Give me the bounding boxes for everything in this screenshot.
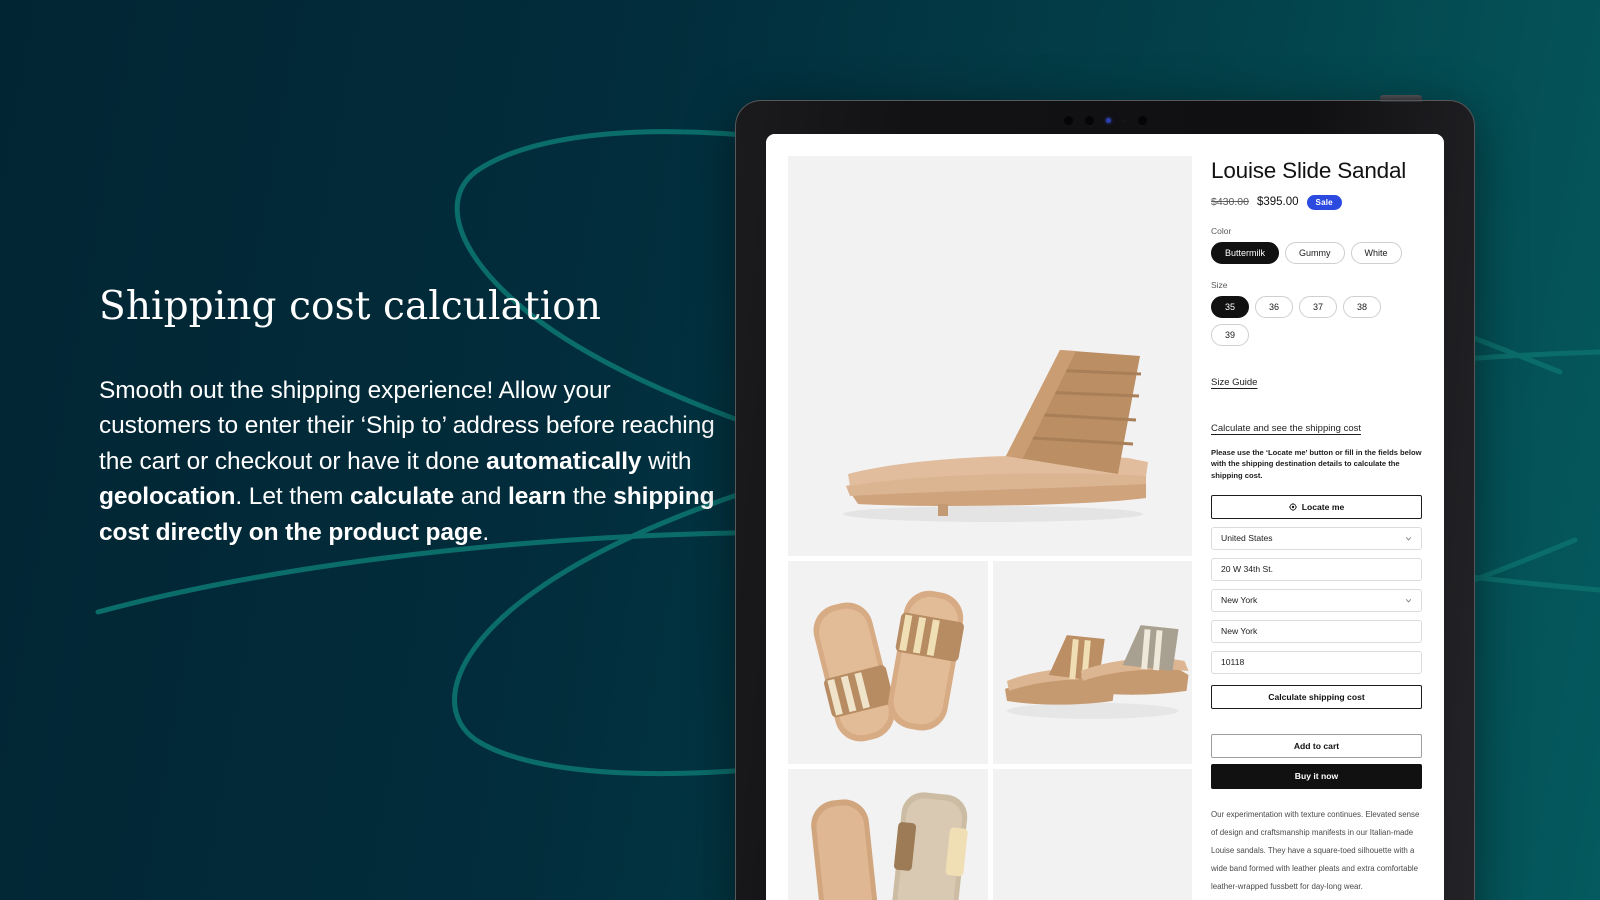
product-details: Louise Slide Sandal $430.00 $395.00 Sale… — [1211, 156, 1422, 900]
chevron-down-icon — [1405, 598, 1412, 603]
tablet-sensor-array — [735, 110, 1475, 130]
status-badge: Sale — [1306, 194, 1342, 210]
thumbnail-sandal-sole-view[interactable] — [788, 769, 988, 900]
buy-it-now-button[interactable]: Buy it now — [1211, 763, 1422, 789]
chevron-down-icon — [1405, 536, 1412, 541]
calculate-shipping-cost-button[interactable]: Calculate shipping cost — [1211, 684, 1422, 709]
size-guide-link[interactable]: Size Guide — [1211, 377, 1257, 388]
hero-copy: Shipping cost calculation Smooth out the… — [99, 285, 719, 551]
page-title: Shipping cost calculation — [99, 284, 602, 329]
product-hero-image[interactable] — [788, 156, 1192, 556]
indicator-light-icon — [1105, 117, 1111, 123]
product-thumbnails — [788, 561, 1192, 900]
power-button-icon[interactable] — [1380, 95, 1422, 102]
color-option-label: Color — [1211, 225, 1232, 236]
size-option-38[interactable]: 38 — [1343, 295, 1382, 318]
sensor-icon — [1084, 115, 1094, 125]
color-option-group: Buttermilk Gummy White — [1211, 241, 1422, 264]
sandal-side-view-icon — [843, 350, 1148, 522]
product-page: Louise Slide Sandal $430.00 $395.00 Sale… — [766, 134, 1444, 900]
tablet-device: Louise Slide Sandal $430.00 $395.00 Sale… — [735, 95, 1475, 900]
price-row: $430.00 $395.00 Sale — [1211, 194, 1422, 210]
locate-me-label: Locate me — [1301, 501, 1345, 512]
compare-at-price: $430.00 — [1211, 196, 1249, 209]
thumbnail-empty-slot[interactable] — [992, 769, 1192, 900]
city-value: New York — [1221, 626, 1258, 637]
shipping-fields: United States 20 W 34th St. New York New Yo… — [1211, 526, 1422, 674]
locate-me-button[interactable]: Locate me — [1211, 494, 1422, 519]
product-gallery — [788, 156, 1192, 900]
province-select[interactable]: New York — [1211, 588, 1422, 612]
product-description: Our experimentation with texture continu… — [1211, 809, 1420, 892]
buy-it-now-label: Buy it now — [1294, 771, 1339, 782]
camera-icon — [1063, 115, 1073, 125]
calculate-shipping-cost-label: Calculate shipping cost — [1268, 691, 1365, 702]
size-option-label: Size — [1211, 279, 1228, 290]
sandal-pair-top-view-icon — [813, 590, 964, 742]
thumbnail-sandal-pair-top-view[interactable] — [788, 561, 988, 764]
sandal-sole-view-icon — [811, 792, 968, 900]
color-option-gummy[interactable]: Gummy — [1285, 241, 1345, 264]
size-option-group: 35 36 37 38 39 — [1211, 295, 1422, 346]
microphone-icon — [1122, 118, 1126, 122]
tablet-screen: Louise Slide Sandal $430.00 $395.00 Sale… — [766, 134, 1444, 900]
add-to-cart-button[interactable]: Add to cart — [1211, 733, 1422, 758]
city-input[interactable]: New York — [1211, 619, 1422, 643]
current-price: $395.00 — [1256, 196, 1299, 209]
crosshair-icon — [1288, 502, 1297, 511]
size-option-36[interactable]: 36 — [1255, 295, 1294, 318]
province-value: New York — [1221, 595, 1258, 606]
hero-description: Smooth out the shipping experience! Allo… — [99, 376, 715, 547]
country-select[interactable]: United States — [1211, 526, 1422, 550]
sandal-pair-angled-view-icon — [1004, 625, 1189, 719]
add-to-cart-label: Add to cart — [1293, 740, 1340, 751]
thumbnail-sandal-pair-angled-view[interactable] — [992, 561, 1192, 764]
size-option-35[interactable]: 35 — [1211, 295, 1250, 318]
zip-value: 10118 — [1221, 657, 1245, 668]
country-value: United States — [1221, 533, 1273, 544]
calculate-shipping-link[interactable]: Calculate and see the shipping cost — [1211, 423, 1361, 434]
size-option-37[interactable]: 37 — [1299, 295, 1338, 318]
address-input[interactable]: 20 W 34th St. — [1211, 557, 1422, 581]
color-option-buttermilk[interactable]: Buttermilk — [1211, 241, 1280, 264]
camera-icon — [1137, 115, 1147, 125]
size-option-39[interactable]: 39 — [1211, 323, 1250, 346]
shipping-helper-text: Please use the ‘Locate me’ button or fil… — [1211, 447, 1422, 481]
address-value: 20 W 34th St. — [1221, 564, 1274, 575]
zip-input[interactable]: 10118 — [1211, 650, 1422, 674]
color-option-white[interactable]: White — [1350, 241, 1402, 264]
product-title: Louise Slide Sandal — [1211, 158, 1407, 183]
